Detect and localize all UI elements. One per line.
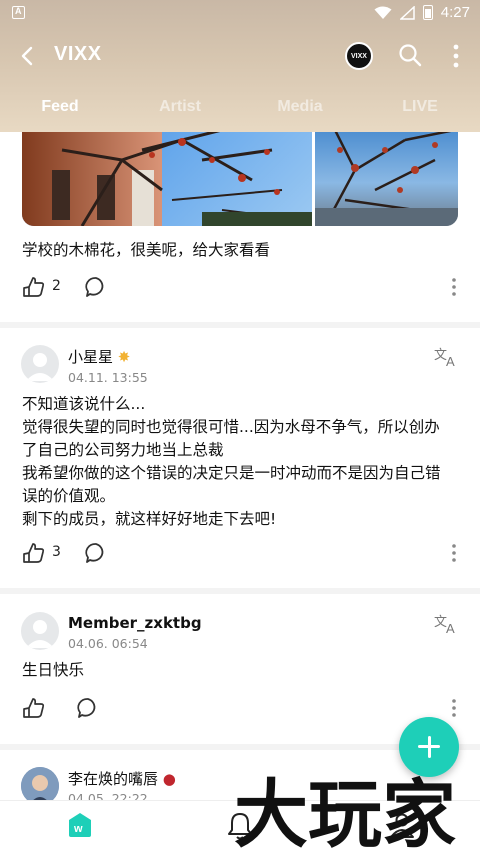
like-count: 2 [52,278,61,294]
avatar[interactable] [21,345,59,383]
username[interactable]: Member_zxktbg [68,614,202,632]
translate-icon[interactable]: 文A [434,613,460,635]
status-bar: A 4:27 [0,0,480,28]
home-icon[interactable]: w [66,811,94,839]
post-text: 学校的木棉花，很美呢，给大家看看 [22,241,271,259]
post-photo[interactable] [22,132,312,226]
avatar[interactable] [21,767,59,800]
like-icon[interactable] [20,695,46,721]
more-options-icon[interactable] [446,43,466,69]
tab-bar: Feed Artist Media LIVE [0,92,480,126]
lips-emoji-icon: ● [162,770,176,788]
logo-text: VIXX [351,52,367,60]
comment-icon[interactable] [76,696,100,720]
post-actions: 2 [20,274,460,300]
artist-logo-button[interactable]: VIXX [345,42,373,70]
signal-icon [399,5,415,20]
notification-icon: A [12,6,25,19]
status-time: 4:27 [440,4,470,21]
like-count: 3 [52,544,61,560]
username[interactable]: 李在焕的嘴唇 ● [68,768,176,789]
like-icon[interactable] [20,274,46,300]
wifi-icon [374,6,392,19]
compose-post-button[interactable] [399,717,459,777]
post-time: 04.11. 13:55 [68,370,148,385]
post-line: 我希望你做的这个错误的决定只是一时冲动而不是因为自己错 [22,464,441,482]
post-line: 不知道该说什么... [22,395,146,413]
username[interactable]: 小星星 ✸ [68,346,130,367]
svg-text:w: w [73,823,83,835]
post-line: 误的价值观。 [22,487,116,505]
post-line: 了自己的公司努力地当上总裁 [22,441,224,459]
notifications-bell-icon[interactable] [226,811,254,841]
page-title: VIXX [54,43,102,65]
svg-text:A: A [446,621,455,635]
battery-icon [422,5,433,20]
search-icon[interactable] [398,43,422,67]
tab-artist[interactable]: Artist [120,92,240,126]
post-time: 04.06. 06:54 [68,636,148,651]
post-more-icon[interactable] [450,276,458,298]
feed-list[interactable]: 学校的木棉花，很美呢，给大家看看 2 小星星 ✸ 04.11. 13:55 文A… [0,132,480,800]
post-more-icon[interactable] [450,542,458,564]
post-photo[interactable] [315,132,458,226]
translate-icon[interactable]: 文A [434,346,460,368]
post-actions [20,695,460,721]
post-text: 不知道该说什么... 觉得很失望的同时也觉得很可惜...因为水母不争气，所以创办… [22,393,441,531]
divider [0,322,480,328]
like-icon[interactable] [20,540,46,566]
tab-media[interactable]: Media [240,92,360,126]
post-time: 04.05. 22:22 [68,791,148,800]
tab-feed[interactable]: Feed [0,92,120,126]
back-arrow-icon[interactable] [16,44,40,68]
profile-icon[interactable] [388,811,416,839]
sparkle-emoji-icon: ✸ [117,348,131,366]
post-line: 觉得很失望的同时也觉得很可惜...因为水母不争气，所以创办 [22,418,440,436]
avatar[interactable] [21,612,59,650]
post-more-icon[interactable] [450,697,458,719]
divider [0,588,480,594]
comment-icon[interactable] [84,275,108,299]
post-photos[interactable] [22,132,458,226]
post-line: 剩下的成员，就这样好好地走下去吧! [22,510,277,528]
svg-text:A: A [446,354,455,368]
post-text: 生日快乐 [22,661,85,679]
bottom-nav: w [0,800,480,852]
comment-icon[interactable] [84,541,108,565]
header: A 4:27 VIXX VIXX Feed Artist Media LIVE [0,0,480,132]
app-bar: VIXX VIXX [0,34,480,78]
post-actions: 3 [20,540,460,566]
tab-live[interactable]: LIVE [360,92,480,126]
